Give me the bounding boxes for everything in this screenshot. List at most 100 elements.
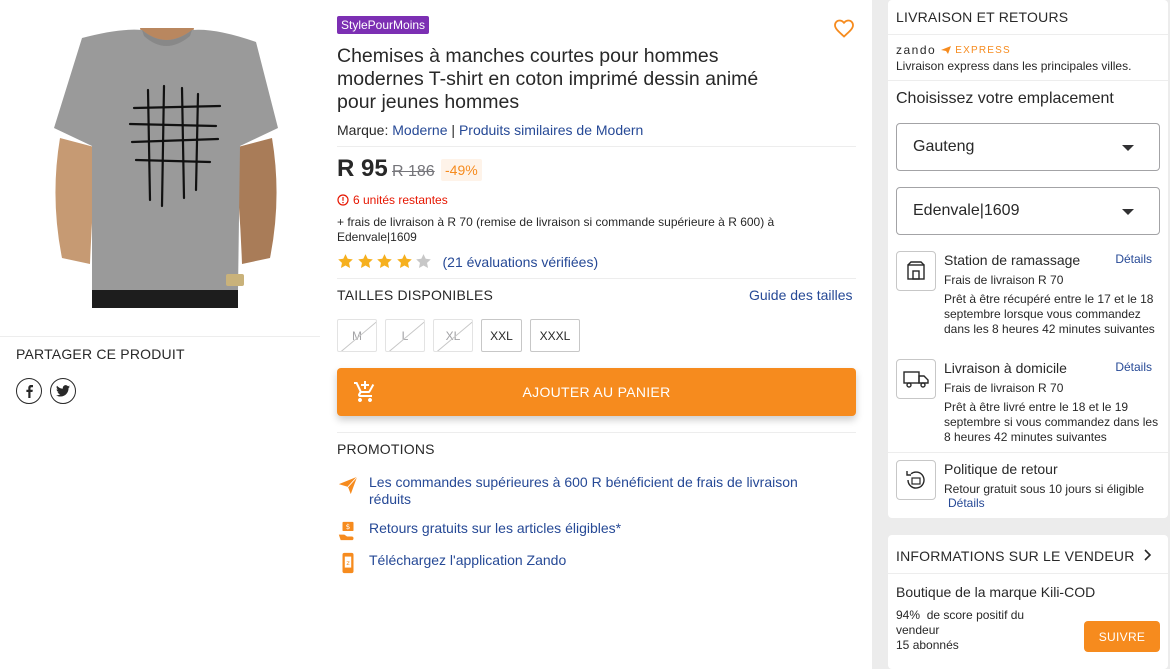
size-option-xxl[interactable]: XXL: [481, 319, 522, 352]
city-select[interactable]: Edenvale|1609: [896, 187, 1160, 235]
size-option-xl[interactable]: XL: [433, 319, 473, 352]
return-title: Politique de retour: [944, 461, 1058, 477]
caret-down-icon: [1122, 145, 1134, 151]
phone-app-icon: z: [342, 552, 354, 574]
promotion-item[interactable]: Les commandes supérieures à 600 R bénéfi…: [337, 474, 819, 508]
pickup-fee: Frais de livraison R 70: [944, 273, 1063, 287]
divider: [888, 452, 1168, 453]
home-delivery-details-link[interactable]: Détails: [1115, 360, 1152, 374]
share-divider: [0, 336, 320, 337]
star-filled-icon: [357, 254, 373, 268]
city-value: Edenvale|1609: [913, 202, 1020, 219]
divider: [337, 432, 856, 433]
fee-label: Frais de livraison: [944, 381, 1039, 395]
add-to-cart-label: AJOUTER AU PANIER: [522, 384, 671, 400]
express-arrow-icon: [941, 46, 952, 54]
divider: [337, 146, 856, 147]
heart-icon: [834, 19, 854, 38]
size-option-l[interactable]: L: [385, 319, 425, 352]
ratings-link[interactable]: (21 évaluations vérifiées): [443, 254, 599, 270]
product-card: PARTAGER CE PRODUIT StylePourMoins Chemi…: [0, 0, 872, 669]
pickup-details-link[interactable]: Détails: [1115, 252, 1152, 266]
return-box-icon: $: [338, 521, 354, 541]
share-title: PARTAGER CE PRODUIT: [16, 346, 185, 362]
delivery-card: LIVRAISON ET RETOURS zando EXPRESS Livra…: [888, 0, 1168, 518]
home-delivery-fee: Frais de livraison R 70: [944, 381, 1063, 395]
svg-text:$: $: [346, 522, 351, 531]
size-option-xxxl[interactable]: XXXL: [530, 319, 580, 352]
current-price: R 95: [337, 155, 388, 182]
product-image[interactable]: [50, 28, 282, 308]
star-filled-icon: [396, 254, 412, 268]
location-title: Choisissez votre emplacement: [896, 90, 1114, 107]
size-label: L: [401, 328, 409, 343]
promotions-title: PROMOTIONS: [337, 441, 435, 457]
size-guide-link[interactable]: Guide des tailles: [749, 287, 853, 303]
star-rating: [337, 253, 435, 270]
seller-card: INFORMATIONS SUR LE VENDEUR Boutique de …: [888, 535, 1168, 669]
caret-down-icon: [1122, 209, 1134, 215]
pickup-station-icon: [896, 251, 936, 291]
twitter-share-button[interactable]: [50, 378, 76, 404]
divider: [888, 80, 1168, 81]
followers-label: abonnés: [912, 638, 959, 652]
shipping-prefix: + frais de livraison à: [337, 215, 448, 229]
delivery-heading: LIVRAISON ET RETOURS: [896, 9, 1069, 25]
pickup-description: Prêt à être récupéré entre le 17 et le 1…: [944, 292, 1155, 336]
size-label: XXXL: [539, 328, 571, 343]
score-value: 94%: [896, 608, 921, 622]
twitter-icon: [56, 385, 70, 397]
fee-value: R 70: [1038, 381, 1064, 395]
star-filled-icon: [377, 254, 392, 268]
promotion-item[interactable]: $ Retours gratuits sur les articles élig…: [337, 520, 819, 542]
express-text: Livraison express dans les principales v…: [896, 59, 1132, 73]
old-price: R 186: [392, 163, 435, 180]
brand-link[interactable]: Moderne: [392, 122, 447, 138]
return-description: Retour gratuit sous 10 jours si éligible: [944, 482, 1145, 496]
shipping-amount: R 70: [447, 215, 473, 229]
seller-name: Boutique de la marque Kili-COD: [896, 584, 1096, 600]
product-title: Chemises à manches courtes pour hommes m…: [337, 45, 759, 113]
fee-label: Frais de livraison: [944, 273, 1039, 287]
stock-warning: 6 unités restantes: [337, 193, 448, 207]
add-cart-icon: [354, 381, 375, 402]
fee-value: R 70: [1038, 273, 1064, 287]
promotion-item[interactable]: z Téléchargez l'application Zando: [337, 552, 819, 574]
chevron-right-icon[interactable]: [1140, 548, 1154, 562]
region-select[interactable]: Gauteng: [896, 123, 1160, 171]
seller-heading[interactable]: INFORMATIONS SUR LE VENDEUR: [896, 548, 1135, 564]
return-details-link[interactable]: Détails: [948, 496, 1164, 511]
facebook-icon: [26, 385, 33, 398]
follow-button[interactable]: SUIVRE: [1084, 621, 1160, 652]
seller-score: 94% de score positif du vendeur 15 abonn…: [896, 608, 1056, 653]
discount-badge: -49%: [441, 159, 482, 181]
logo-express: EXPRESS: [955, 44, 1011, 56]
add-to-cart-button[interactable]: AJOUTER AU PANIER: [337, 368, 856, 416]
wishlist-button[interactable]: [832, 16, 856, 40]
star-filled-icon: [338, 254, 353, 268]
brand-line: Marque: Moderne | Produits similaires de…: [337, 122, 643, 138]
home-delivery-description: Prêt à être livré entre le 18 et le 19 s…: [944, 400, 1159, 444]
size-option-m[interactable]: M: [337, 319, 377, 352]
size-label: XL: [445, 328, 461, 343]
rating: (21 évaluations vérifiées): [337, 253, 598, 270]
brand-separator: |: [447, 122, 459, 138]
divider: [888, 34, 1168, 35]
shipping-info: + frais de livraison à R 70 (remise de l…: [337, 215, 807, 245]
promotion-text: Retours gratuits sur les articles éligib…: [369, 520, 622, 536]
divider: [888, 573, 1168, 574]
pickup-title: Station de ramassage: [944, 252, 1081, 268]
return-policy-icon: [896, 460, 936, 500]
region-value: Gauteng: [913, 138, 975, 155]
divider: [337, 278, 856, 279]
logo-text: zando: [896, 43, 937, 57]
facebook-share-button[interactable]: [16, 378, 42, 404]
home-delivery-title: Livraison à domicile: [944, 360, 1067, 376]
zando-express-logo: zando EXPRESS: [896, 43, 1011, 57]
similar-products-link[interactable]: Produits similaires de Modern: [459, 122, 643, 138]
sizes-title: TAILLES DISPONIBLES: [337, 287, 494, 303]
stock-text: 6 unités restantes: [353, 193, 448, 207]
brand-badge[interactable]: StylePourMoins: [337, 16, 430, 34]
paper-plane-icon: [338, 476, 358, 495]
promotion-text: Les commandes supérieures à 600 R bénéfi…: [369, 474, 798, 507]
